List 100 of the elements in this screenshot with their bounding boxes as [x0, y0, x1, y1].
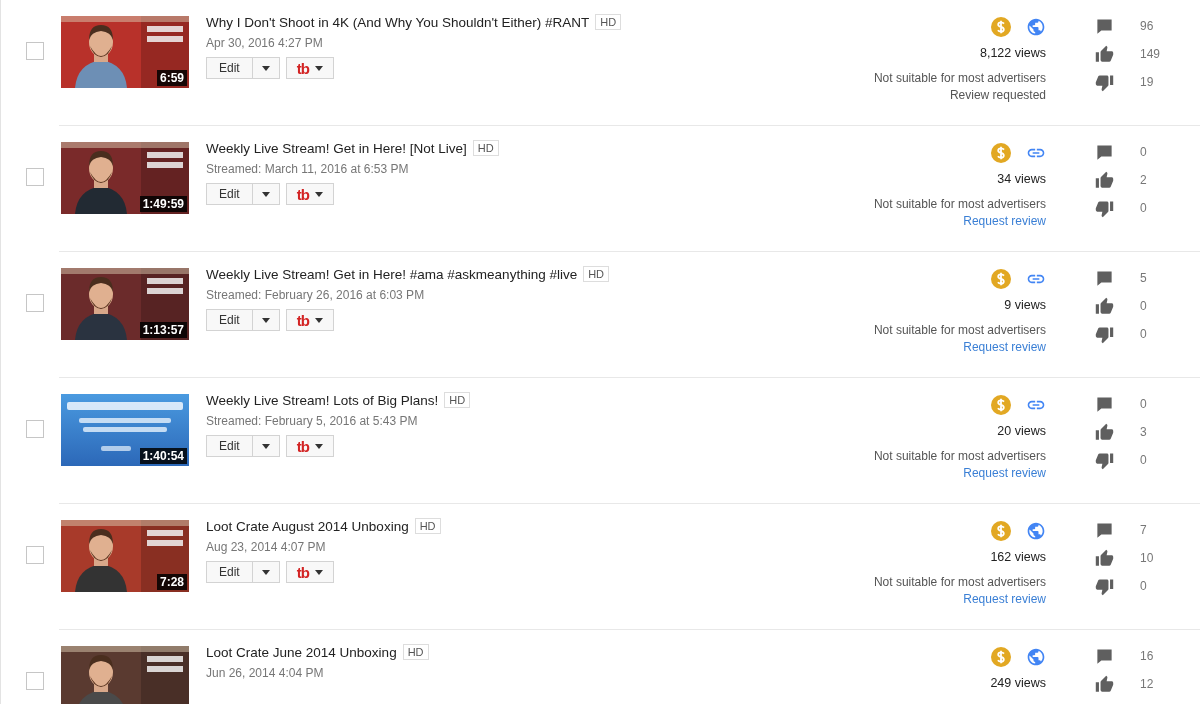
caret-icon — [314, 65, 323, 71]
upload-date: Streamed: March 11, 2016 at 6:53 PM — [206, 162, 410, 176]
thumbs-down-icon — [1095, 324, 1114, 344]
checkbox[interactable] — [26, 294, 44, 312]
comment-icon — [1095, 394, 1114, 414]
thumbs-down-icon — [1095, 576, 1114, 596]
hd-badge: HD — [414, 518, 441, 534]
edit-button[interactable]: Edit — [206, 183, 253, 205]
dislike-count: 19 — [1140, 75, 1154, 89]
thumbs-down-icon — [1095, 450, 1114, 470]
edit-button[interactable]: Edit — [206, 309, 253, 331]
thumbs-up-icon — [1095, 674, 1114, 694]
caret-icon — [314, 569, 323, 575]
comment-count: 0 — [1140, 397, 1147, 411]
video-title[interactable]: Weekly Live Stream! Get in Here! #ama #askmeanything #live — [206, 267, 578, 282]
checkbox[interactable] — [26, 546, 44, 564]
addon-menu-button[interactable]: tb — [285, 57, 334, 79]
comment-icon — [1095, 142, 1114, 162]
dislike-count: 0 — [1140, 579, 1147, 593]
thumbs-up-icon — [1095, 422, 1114, 442]
view-count: 20 views — [997, 424, 1046, 438]
comment-count: 16 — [1140, 649, 1154, 663]
comment-icon — [1095, 646, 1114, 666]
comment-icon — [1095, 16, 1114, 36]
edit-button[interactable]: Edit — [206, 57, 253, 79]
upload-date: Jun 26, 2014 4:04 PM — [206, 666, 325, 680]
addon-menu-button[interactable]: tb — [285, 183, 334, 205]
caret-icon — [314, 443, 323, 449]
hd-badge: HD — [444, 392, 471, 408]
video-title[interactable]: Weekly Live Stream! Get in Here! [Not Live] — [206, 141, 467, 156]
comment-count: 0 — [1140, 145, 1147, 159]
duration-label: 1:13:57 — [139, 322, 187, 338]
comment-icon — [1095, 520, 1114, 540]
edit-button[interactable]: Edit — [206, 435, 253, 457]
hd-badge: HD — [583, 266, 610, 282]
thumbs-up-icon — [1095, 170, 1114, 190]
video-title[interactable]: Why I Don't Shoot in 4K (And Why You Shouldn't Either) #RANT — [206, 15, 590, 30]
upload-date: Apr 30, 2016 4:27 PM — [206, 36, 324, 50]
upload-date: Streamed: February 5, 2016 at 5:43 PM — [206, 414, 419, 428]
caret-icon — [261, 191, 270, 197]
request-review-link[interactable]: Request review — [963, 592, 1046, 606]
addon-menu-button[interactable]: tb — [285, 561, 334, 583]
like-count: 10 — [1140, 551, 1154, 565]
request-review-link[interactable]: Request review — [963, 340, 1046, 354]
like-count: 0 — [1140, 299, 1147, 313]
review-status-text: Review requested — [949, 88, 1046, 102]
duration-label: 1:40:54 — [139, 448, 187, 464]
checkbox[interactable] — [26, 168, 44, 186]
checkbox[interactable] — [26, 420, 44, 438]
dropdown-button[interactable] — [252, 183, 280, 205]
video-title[interactable]: Loot Crate June 2014 Unboxing — [206, 645, 397, 660]
caret-icon — [261, 65, 270, 71]
caret-icon — [261, 569, 270, 575]
request-review-link[interactable]: Request review — [963, 466, 1046, 480]
dropdown-button[interactable] — [252, 435, 280, 457]
hd-badge: HD — [402, 644, 429, 660]
checkbox[interactable] — [26, 42, 44, 60]
thumbs-down-icon — [1095, 72, 1114, 92]
comment-count: 5 — [1140, 271, 1147, 285]
edit-button[interactable]: Edit — [206, 561, 253, 583]
view-count: 9 views — [1004, 298, 1046, 312]
like-count: 3 — [1140, 425, 1147, 439]
addon-menu-button[interactable]: tb — [285, 435, 334, 457]
like-count: 149 — [1140, 47, 1161, 61]
duration-label: 6:59 — [156, 70, 187, 86]
caret-icon — [261, 317, 270, 323]
comment-icon — [1095, 268, 1114, 288]
request-review-link[interactable]: Request review — [963, 214, 1046, 228]
dislike-count: 0 — [1140, 453, 1147, 467]
view-count: 34 views — [997, 172, 1046, 186]
video-title[interactable]: Loot Crate August 2014 Unboxing — [206, 519, 409, 534]
dropdown-button[interactable] — [252, 309, 280, 331]
dropdown-button[interactable] — [252, 57, 280, 79]
dislike-count: 0 — [1140, 327, 1147, 341]
upload-date: Aug 23, 2014 4:07 PM — [206, 540, 327, 554]
caret-icon — [314, 191, 323, 197]
view-count: 8,122 views — [980, 46, 1046, 60]
comment-count: 96 — [1140, 19, 1154, 33]
dropdown-button[interactable] — [252, 561, 280, 583]
addon-menu-button[interactable]: tb — [285, 309, 334, 331]
upload-date: Streamed: February 26, 2016 at 6:03 PM — [206, 288, 426, 302]
thumbs-up-icon — [1095, 296, 1114, 316]
ad-status-text: Not suitable for most advertisers — [873, 575, 1046, 589]
ad-status-text: Not suitable for most advertisers — [873, 71, 1046, 85]
duration-label: 7:28 — [156, 574, 187, 590]
ad-status-text: Not suitable for most advertisers — [873, 197, 1046, 211]
video-title[interactable]: Weekly Live Stream! Lots of Big Plans! — [206, 393, 439, 408]
ad-status-text: Not suitable for most advertisers — [873, 323, 1046, 337]
checkbox[interactable] — [26, 672, 44, 690]
comment-count: 7 — [1140, 523, 1147, 537]
like-count: 12 — [1140, 677, 1154, 691]
view-count: 162 views — [990, 550, 1046, 564]
hd-badge: HD — [595, 14, 622, 30]
thumbs-down-icon — [1095, 198, 1114, 218]
thumbs-up-icon — [1095, 44, 1114, 64]
dislike-count: 0 — [1140, 201, 1147, 215]
like-count: 2 — [1140, 173, 1147, 187]
view-count: 249 views — [990, 676, 1046, 690]
caret-icon — [314, 317, 323, 323]
duration-label: 1:49:59 — [139, 196, 187, 212]
